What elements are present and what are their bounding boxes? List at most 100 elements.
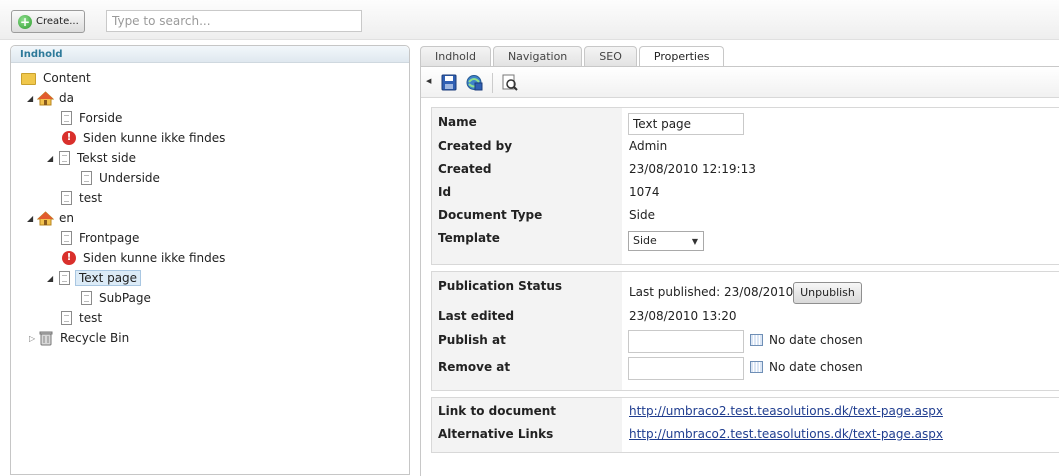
id-label: Id (438, 185, 452, 199)
expanded-arrow-icon[interactable]: ◢ (47, 154, 57, 163)
created-by-label: Created by (438, 139, 513, 153)
save-and-publish-icon[interactable] (465, 74, 483, 91)
publish-at-row: Publish at No date chosen (438, 330, 1058, 353)
folder-icon (21, 73, 36, 85)
tree-item-label: Text page (75, 270, 142, 286)
create-button-label: Create... (36, 16, 79, 27)
tree-item-text-page[interactable]: ◢ Text page (47, 269, 142, 287)
tree-item-label: Recycle Bin (60, 331, 130, 345)
document-icon (61, 311, 72, 325)
publish-at-no-date: No date chosen (769, 333, 863, 347)
tree-item-test[interactable]: test (59, 189, 104, 207)
tree-item-label: test (79, 311, 103, 325)
expanded-arrow-icon[interactable]: ◢ (27, 214, 37, 223)
remove-at-row: Remove at No date chosen (438, 357, 1058, 380)
tree-item-test-en[interactable]: test (59, 309, 104, 327)
alternative-links-label: Alternative Links (438, 427, 554, 441)
name-input[interactable] (628, 113, 744, 135)
tree-item-underside[interactable]: Underside (79, 169, 162, 187)
remove-at-label: Remove at (438, 360, 511, 374)
tree-header: Indhold (11, 46, 409, 63)
tab-bar: Indhold Navigation SEO Properties (420, 46, 725, 68)
collapsed-arrow-icon[interactable]: ▷ (29, 334, 39, 343)
link-to-document-label: Link to document (438, 404, 557, 418)
calendar-icon[interactable] (750, 334, 763, 346)
created-label: Created (438, 162, 492, 176)
publication-status-value: Last published: 23/08/2010 (629, 285, 794, 299)
template-select[interactable]: Side ▼ (628, 231, 704, 251)
created-value: 23/08/2010 12:19:13 (629, 162, 756, 176)
expanded-arrow-icon[interactable]: ◢ (47, 274, 57, 283)
tree-item-frontpage[interactable]: Frontpage (59, 229, 141, 247)
created-by-row: Created by Admin (438, 137, 1058, 157)
toolbar-separator (492, 73, 493, 93)
tree-item-label: da (59, 91, 74, 105)
search-input[interactable] (106, 10, 362, 32)
plus-icon: + (18, 14, 32, 29)
document-icon (61, 111, 72, 125)
tree-item-label: Siden kunne ikke findes (83, 251, 226, 265)
tab-indhold[interactable]: Indhold (420, 46, 491, 67)
save-icon[interactable] (440, 74, 458, 91)
link-to-document-row: Link to document http://umbraco2.test.te… (438, 402, 1058, 422)
home-icon (37, 210, 54, 225)
links-pane: Link to document http://umbraco2.test.te… (431, 397, 1059, 453)
tab-seo[interactable]: SEO (584, 46, 637, 67)
tree-item-en[interactable]: ◢ en (27, 209, 76, 227)
name-row: Name (438, 113, 1058, 135)
tree-item-siden-kunne-ikke-findes-en[interactable]: ! Siden kunne ikke findes (61, 249, 227, 267)
tree-item-subpage[interactable]: SubPage (79, 289, 153, 307)
tree-item-label: Content (43, 71, 91, 85)
home-icon (37, 90, 54, 105)
calendar-icon[interactable] (750, 361, 763, 373)
error-icon: ! (62, 251, 76, 265)
error-icon: ! (62, 131, 76, 145)
publish-at-input[interactable] (628, 330, 744, 353)
last-edited-label: Last edited (438, 309, 515, 323)
tree-item-label: Forside (79, 111, 123, 125)
tree-item-tekst-side[interactable]: ◢ Tekst side (47, 149, 138, 167)
expanded-arrow-icon[interactable]: ◢ (27, 94, 37, 103)
created-by-value: Admin (629, 139, 668, 153)
tree-item-content[interactable]: Content (21, 69, 93, 87)
tab-properties[interactable]: Properties (638, 46, 725, 68)
properties-toolbar: ◀ (421, 67, 1059, 98)
tree-item-da[interactable]: ◢ da (27, 89, 76, 107)
document-type-value: Side (629, 208, 655, 222)
tab-navigation[interactable]: Navigation (492, 46, 583, 67)
properties-pane: Name Created by Admin Created 23/08/2010… (431, 107, 1059, 265)
unpublish-button[interactable]: Unpublish (793, 282, 862, 304)
template-row: Template Side ▼ (438, 229, 1058, 251)
name-label: Name (438, 115, 477, 129)
publication-status-row: Publication Status Last published: 23/08… (438, 277, 1058, 304)
publication-pane: Publication Status Last published: 23/08… (431, 271, 1059, 391)
alternative-link[interactable]: http://umbraco2.test.teasolutions.dk/tex… (629, 427, 943, 441)
recycle-bin-icon (39, 331, 53, 345)
remove-at-no-date: No date chosen (769, 360, 863, 374)
toolbar-collapse-arrow-icon[interactable]: ◀ (426, 77, 431, 85)
tree-item-siden-kunne-ikke-findes[interactable]: ! Siden kunne ikke findes (61, 129, 227, 147)
id-row: Id 1074 (438, 183, 1058, 203)
id-value: 1074 (629, 185, 660, 199)
link-to-document-link[interactable]: http://umbraco2.test.teasolutions.dk/tex… (629, 404, 943, 418)
chevron-down-icon: ▼ (691, 237, 698, 246)
document-icon (59, 271, 70, 285)
template-selected-value: Side (633, 234, 657, 247)
remove-at-input[interactable] (628, 357, 744, 380)
last-edited-value: 23/08/2010 13:20 (629, 309, 737, 323)
tree-item-label: SubPage (99, 291, 151, 305)
template-label: Template (438, 231, 500, 245)
create-button[interactable]: + Create... (11, 10, 85, 33)
tree-item-label: en (59, 211, 74, 225)
properties-panel: ◀ Name Created by Admin (420, 66, 1059, 476)
tree-item-label: Frontpage (79, 231, 140, 245)
document-icon (59, 151, 70, 165)
preview-icon[interactable] (501, 74, 519, 91)
tree-item-label: Tekst side (77, 151, 136, 165)
content-tree-panel: Indhold Content ◢ da Forside ! Siden kun… (10, 45, 410, 475)
document-icon (81, 171, 92, 185)
created-row: Created 23/08/2010 12:19:13 (438, 160, 1058, 180)
document-icon (61, 231, 72, 245)
tree-item-forside[interactable]: Forside (59, 109, 124, 127)
tree-item-recycle-bin[interactable]: ▷ Recycle Bin (29, 329, 131, 347)
